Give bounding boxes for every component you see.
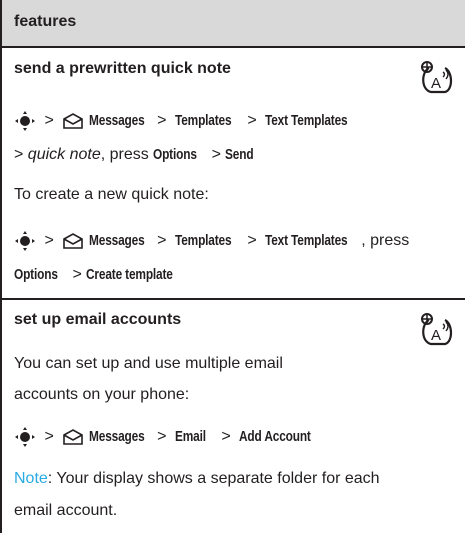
messages-envelope-icon [63,113,84,129]
section-title-email-accounts: set up email accounts [14,311,182,328]
menu-templates: Templates [174,233,232,250]
nav-key-icon [15,427,35,447]
network-feature-icon: A [421,313,453,346]
menu-messages: Messages [88,113,145,130]
nav-key-icon [15,231,35,251]
note-text: : Your display shows a separate folder f… [47,470,380,487]
note-line-2: email account. [14,502,118,519]
path-line-email: > Messages > Email > Add Account [14,426,329,448]
messages-envelope-icon [63,233,84,249]
intro-text: To create a new quick note: [14,186,209,203]
menu-templates: Templates [174,113,232,130]
menu-text-templates: Text Templates [265,233,348,250]
menu-messages: Messages [88,233,145,250]
header-title: features [14,13,77,30]
menu-add-account: Add Account [239,429,311,446]
section-title-quick-note: send a prewritten quick note [14,60,231,77]
menu-create-template: Create template [86,267,174,283]
quick-note-term: quick note [27,146,101,163]
note-label: Note [14,470,48,487]
svg-text:A: A [431,327,441,344]
document-page: features send a prewritten quick note A … [0,0,465,533]
divider [2,46,465,48]
divider [2,298,465,300]
menu-email: Email [174,429,206,446]
menu-options: Options [153,147,197,163]
body-line-1: You can set up and use multiple email [14,355,283,372]
menu-options: Options [14,267,58,283]
note-line-1: Note: Your display shows a separate fold… [14,470,380,488]
body-line-2: accounts on your phone: [14,386,190,403]
path-line-2b: Options > Create template [14,266,174,283]
path-line-1b: > quick note, press Options > Send [14,146,254,163]
menu-send: Send [225,147,254,163]
svg-text:A: A [431,75,441,92]
network-feature-icon: A [421,61,453,94]
table-header: features [2,0,465,46]
path-line-1: > Messages > Templates > Text Templates [14,110,365,132]
nav-key-icon [15,111,35,131]
menu-text-templates: Text Templates [265,113,348,130]
path-line-2: > Messages > Templates > Text Templates,… [14,230,409,252]
menu-messages: Messages [88,429,145,446]
messages-envelope-icon [63,429,84,445]
